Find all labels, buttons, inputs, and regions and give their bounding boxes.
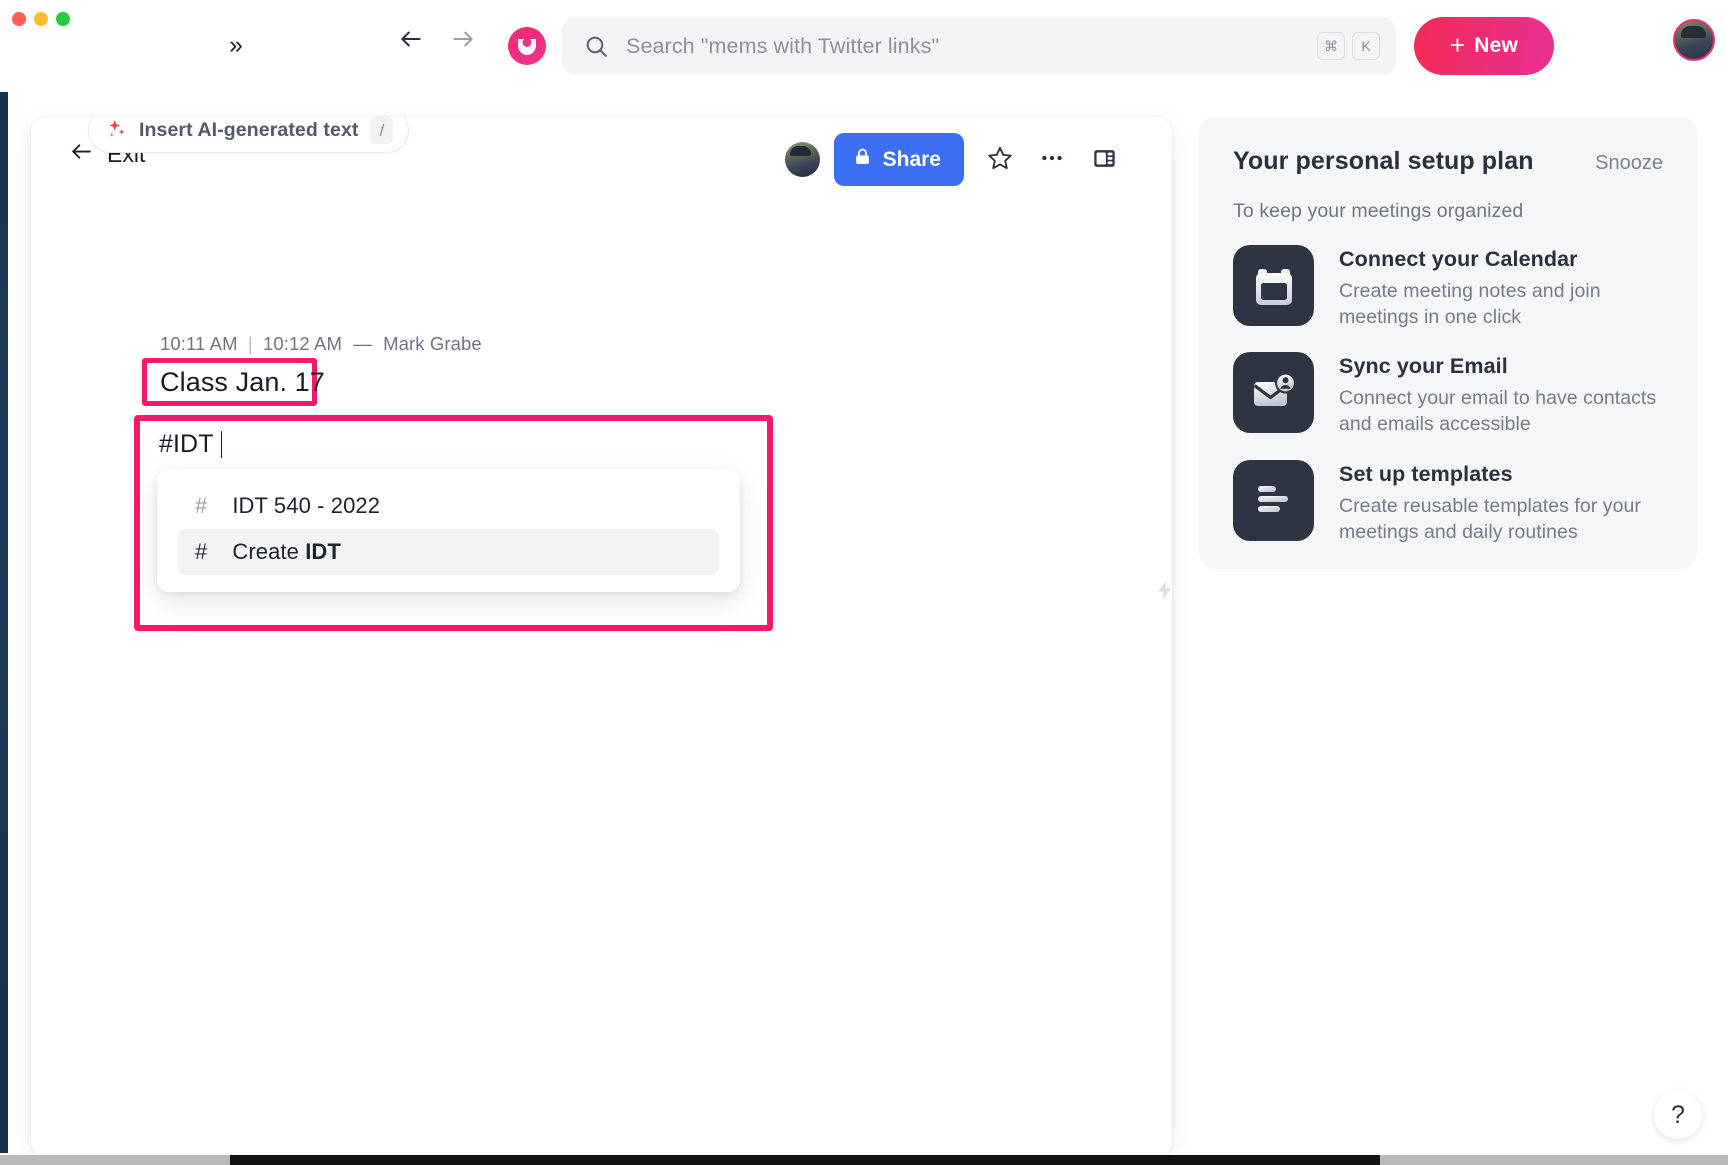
template-lines-icon (1233, 459, 1314, 541)
search-shortcut-keys: ⌘ K (1317, 32, 1380, 60)
document-meta: 10:11 AM | 10:12 AM — Mark Grabe (160, 333, 482, 355)
setup-item-description: Connect your email to have contacts and … (1339, 387, 1657, 436)
tag-option-existing[interactable]: # IDT 540 - 2022 (178, 483, 719, 529)
setup-plan-title: Your personal setup plan (1233, 147, 1534, 175)
navigation-arrows (398, 26, 476, 57)
created-time: 10:11 AM (160, 333, 238, 354)
page-title[interactable]: Class Jan. 17 (160, 367, 325, 398)
collaborator-avatar[interactable] (784, 142, 820, 177)
search-input[interactable]: Search "mems with Twitter links" (626, 34, 1317, 59)
tag-option-label: IDT 540 - 2022 (232, 493, 381, 518)
setup-item-description: Create meeting notes and join meetings i… (1339, 280, 1601, 328)
meta-separator: | (247, 333, 253, 354)
share-label: Share (882, 147, 941, 171)
window-minimize-button[interactable] (34, 12, 48, 26)
bottom-strip (0, 1153, 1728, 1165)
horizontal-scrollbar-thumb[interactable] (230, 1155, 1380, 1165)
global-search-bar[interactable]: Search "mems with Twitter links" ⌘ K (562, 17, 1396, 75)
document-author: Mark Grabe (383, 333, 482, 354)
document-card: Exit Share 10:11 AM | 10:12 AM — Mark Gr… (31, 117, 1172, 1157)
setup-item-email-text: Sync your Email Connect your email to ha… (1339, 352, 1657, 437)
setup-item-templates-text: Set up templates Create reusable templat… (1339, 460, 1657, 545)
insert-ai-text-label: Insert AI-generated text (139, 119, 359, 141)
tag-create-name: IDT (305, 539, 341, 564)
hash-icon: # (195, 493, 208, 518)
setup-item-email[interactable]: Sync your Email Connect your email to ha… (1233, 352, 1663, 437)
window-left-inner (8, 0, 22, 1155)
new-button-label: New (1474, 34, 1519, 57)
side-panel-icon (1092, 146, 1117, 174)
window-close-button[interactable] (12, 12, 26, 26)
traffic-lights (12, 12, 70, 26)
arrow-left-icon (69, 139, 94, 169)
kbd-command: ⌘ (1317, 32, 1345, 60)
setup-item-calendar[interactable]: Connect your Calendar Create meeting not… (1233, 245, 1663, 330)
plus-icon: + (1449, 30, 1466, 60)
setup-item-title: Connect your Calendar (1339, 247, 1578, 271)
mem-logo-glyph (518, 39, 536, 55)
sparkle-icon (106, 118, 127, 143)
share-button[interactable]: Share (833, 133, 964, 186)
mem-logo-icon[interactable] (508, 27, 546, 65)
composer-input[interactable]: #IDT (159, 430, 223, 459)
window-maximize-button[interactable] (56, 12, 70, 26)
setup-item-templates[interactable]: Set up templates Create reusable templat… (1233, 459, 1663, 545)
tag-create-label: Create (232, 539, 306, 564)
updated-time: 10:12 AM (263, 333, 342, 354)
setup-item-title: Set up templates (1339, 461, 1513, 486)
slash-shortcut-badge: / (370, 117, 394, 144)
sidebar-expand-button[interactable]: » (216, 25, 256, 65)
tag-autocomplete-menu: # IDT 540 - 2022 # Create IDT (157, 469, 740, 592)
favorite-button[interactable] (974, 134, 1026, 186)
hash-icon: # (195, 539, 208, 564)
snooze-button[interactable]: Snooze (1595, 152, 1663, 175)
setup-plan-subtitle: To keep your meetings organized (1233, 200, 1524, 222)
setup-item-calendar-text: Connect your Calendar Create meeting not… (1339, 245, 1657, 330)
setup-plan-panel: Your personal setup plan Snooze To keep … (1199, 117, 1697, 569)
setup-plan-list: Connect your Calendar Create meeting not… (1233, 245, 1663, 545)
help-button[interactable]: ? (1654, 1091, 1702, 1139)
app-root: » Search "mems with Twitter links" ⌘ K +… (0, 0, 1728, 1165)
calendar-icon (1233, 245, 1314, 326)
document-toolbar-actions: Share (784, 133, 1130, 186)
kbd-k: K (1352, 32, 1380, 60)
composer-value: #IDT (159, 430, 214, 458)
tag-create-label-wrap: Create IDT (232, 539, 341, 565)
setup-item-title: Sync your Email (1339, 354, 1508, 379)
horizontal-scrollbar-track[interactable] (0, 1155, 1728, 1165)
insert-ai-text-button[interactable]: Insert AI-generated text / (88, 117, 410, 153)
forward-arrow-icon[interactable] (450, 26, 476, 57)
top-bar: » Search "mems with Twitter links" ⌘ K +… (0, 0, 1728, 92)
toggle-side-panel-button[interactable] (1078, 134, 1130, 186)
ellipsis-icon (1039, 145, 1065, 174)
chevrons-right-icon: » (229, 30, 243, 59)
back-arrow-icon[interactable] (398, 26, 424, 57)
star-icon (987, 145, 1013, 174)
search-icon (584, 34, 609, 59)
meta-dash: — (353, 333, 372, 354)
lock-icon (853, 146, 872, 173)
user-avatar[interactable] (1673, 19, 1715, 61)
window-left-edge (0, 0, 8, 1165)
text-cursor (220, 431, 223, 458)
setup-plan-header: Your personal setup plan Snooze (1233, 147, 1663, 176)
tag-option-create[interactable]: # Create IDT (178, 529, 719, 575)
setup-item-description: Create reusable templates for your meeti… (1339, 494, 1641, 543)
email-contact-icon (1233, 352, 1314, 434)
more-options-button[interactable] (1026, 134, 1078, 186)
new-button[interactable]: + New (1414, 17, 1554, 75)
lightning-bolt-icon[interactable] (1154, 575, 1172, 610)
